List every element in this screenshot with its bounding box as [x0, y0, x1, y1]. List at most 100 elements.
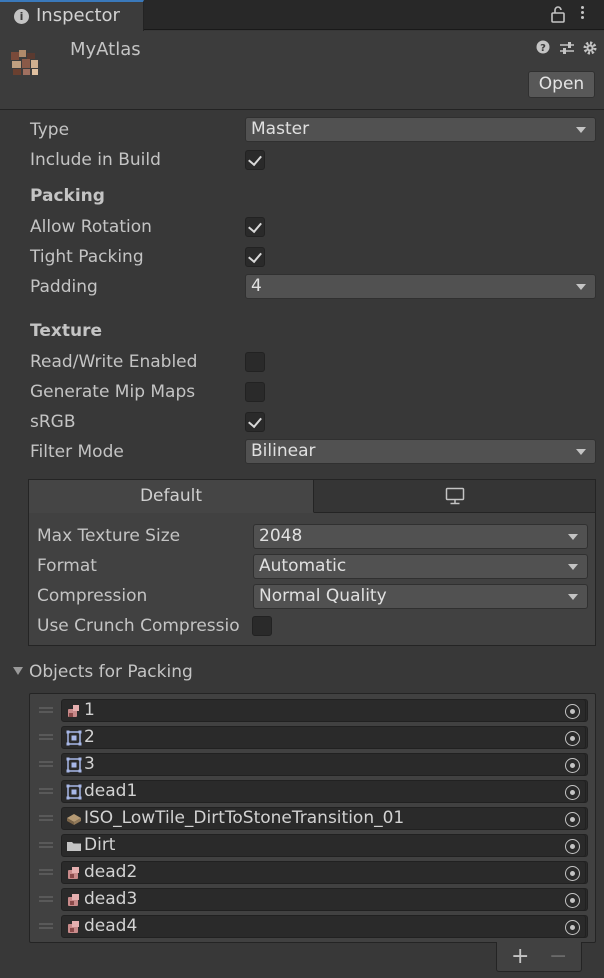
srgb-label: sRGB — [30, 412, 76, 432]
compression-dropdown[interactable]: Normal Quality — [253, 584, 588, 609]
list-item[interactable]: 1 — [30, 697, 595, 724]
object-field[interactable]: 2 — [61, 726, 588, 749]
svg-text:?: ? — [540, 43, 546, 54]
tab-title: Inspector — [36, 5, 120, 26]
object-picker-icon[interactable] — [559, 861, 586, 884]
drag-handle-icon[interactable] — [39, 734, 53, 740]
list-item[interactable]: 3 — [30, 751, 595, 778]
allow-rotation-checkbox[interactable] — [245, 217, 265, 237]
type-value: Master — [251, 119, 310, 139]
inspector-header: MyAtlas ? Open — [0, 31, 604, 110]
padding-dropdown[interactable]: 4 — [245, 274, 596, 299]
sprite-icon — [68, 921, 79, 933]
list-item[interactable]: Dirt — [30, 832, 595, 859]
object-name: 2 — [84, 727, 95, 747]
help-icon[interactable]: ? — [536, 40, 550, 54]
object-picker-icon[interactable] — [559, 753, 586, 776]
sprite-frame-icon — [66, 784, 82, 800]
include-in-build-label: Include in Build — [30, 150, 161, 170]
srgb-checkbox[interactable] — [245, 412, 265, 432]
list-item[interactable]: 2 — [30, 724, 595, 751]
tab-standalone[interactable] — [314, 480, 595, 513]
drag-handle-icon[interactable] — [39, 923, 53, 929]
tight-packing-checkbox[interactable] — [245, 247, 265, 267]
filter-mode-value: Bilinear — [251, 441, 316, 461]
folder-icon — [67, 842, 81, 851]
compression-label: Compression — [37, 586, 148, 606]
mipmaps-checkbox[interactable] — [245, 382, 265, 402]
object-field[interactable]: 3 — [61, 753, 588, 776]
objects-for-packing-foldout[interactable]: Objects for Packing — [13, 662, 193, 682]
drag-handle-icon[interactable] — [39, 815, 53, 821]
objects-title: Objects for Packing — [29, 662, 193, 682]
drag-handle-icon[interactable] — [39, 707, 53, 713]
filter-mode-dropdown[interactable]: Bilinear — [245, 439, 596, 464]
add-item-button[interactable]: + — [511, 944, 529, 969]
list-item[interactable]: dead1 — [30, 778, 595, 805]
format-value: Automatic — [259, 556, 347, 576]
object-picker-icon[interactable] — [559, 726, 586, 749]
drag-handle-icon[interactable] — [39, 761, 53, 767]
object-name: dead3 — [84, 889, 138, 909]
object-field[interactable]: Dirt — [61, 834, 588, 857]
type-dropdown[interactable]: Master — [245, 117, 596, 142]
object-name: dead1 — [84, 781, 138, 801]
object-field[interactable]: dead4 — [61, 915, 588, 938]
list-item[interactable]: dead2 — [30, 859, 595, 886]
inspector-tab[interactable]: i Inspector — [0, 0, 144, 31]
readwrite-checkbox[interactable] — [245, 352, 265, 372]
drag-handle-icon[interactable] — [39, 896, 53, 902]
object-field[interactable]: 1 — [61, 699, 588, 722]
list-item[interactable]: ISO_LowTile_DirtToStoneTransition_01 — [30, 805, 595, 832]
format-dropdown[interactable]: Automatic — [253, 554, 588, 579]
open-button[interactable]: Open — [528, 71, 595, 98]
preset-icon[interactable] — [559, 40, 575, 56]
padding-label: Padding — [30, 277, 98, 297]
drag-handle-icon[interactable] — [39, 842, 53, 848]
sprite-icon — [68, 867, 79, 879]
object-picker-icon[interactable] — [559, 807, 586, 830]
list-item[interactable]: dead4 — [30, 913, 595, 940]
crunch-compression-checkbox[interactable] — [252, 616, 272, 636]
compression-value: Normal Quality — [259, 586, 387, 606]
object-field[interactable]: dead2 — [61, 861, 588, 884]
list-footer: + − — [496, 942, 582, 972]
include-in-build-checkbox[interactable] — [245, 150, 265, 170]
object-picker-icon[interactable] — [559, 888, 586, 911]
object-picker-icon[interactable] — [559, 699, 586, 722]
settings-icon[interactable] — [582, 40, 598, 56]
drag-handle-icon[interactable] — [39, 869, 53, 875]
remove-item-button[interactable]: − — [549, 944, 567, 969]
object-name: Dirt — [84, 835, 116, 855]
asset-name: MyAtlas — [70, 39, 141, 60]
object-picker-icon[interactable] — [559, 915, 586, 938]
chevron-down-icon — [576, 127, 586, 133]
object-picker-icon[interactable] — [559, 780, 586, 803]
tab-bar: i Inspector — [0, 0, 604, 31]
texture-section-title: Texture — [30, 321, 102, 341]
foldout-arrow-icon — [13, 667, 23, 675]
padding-value: 4 — [251, 276, 262, 296]
tab-default[interactable]: Default — [29, 480, 314, 513]
type-label: Type — [30, 120, 70, 140]
drag-handle-icon[interactable] — [39, 788, 53, 794]
packing-section-title: Packing — [30, 186, 105, 206]
sprite-icon — [68, 705, 79, 717]
object-field[interactable]: dead3 — [61, 888, 588, 911]
lock-icon[interactable] — [551, 5, 565, 23]
tight-packing-label: Tight Packing — [30, 247, 144, 267]
object-field[interactable]: ISO_LowTile_DirtToStoneTransition_01 — [61, 807, 588, 830]
allow-rotation-label: Allow Rotation — [30, 217, 152, 237]
object-field[interactable]: dead1 — [61, 780, 588, 803]
sprite-frame-icon — [66, 757, 82, 773]
max-texture-size-dropdown[interactable]: 2048 — [253, 524, 588, 549]
max-texture-size-value: 2048 — [259, 526, 303, 546]
max-texture-size-label: Max Texture Size — [37, 526, 181, 546]
list-item[interactable]: dead3 — [30, 886, 595, 913]
format-label: Format — [37, 556, 97, 576]
objects-list: 1 2 3 dead1 ISO_LowTile_DirtToStoneTrans… — [29, 693, 596, 943]
more-menu-icon[interactable] — [576, 4, 588, 24]
object-picker-icon[interactable] — [559, 834, 586, 857]
object-name: 3 — [84, 754, 95, 774]
chevron-down-icon — [576, 449, 586, 455]
